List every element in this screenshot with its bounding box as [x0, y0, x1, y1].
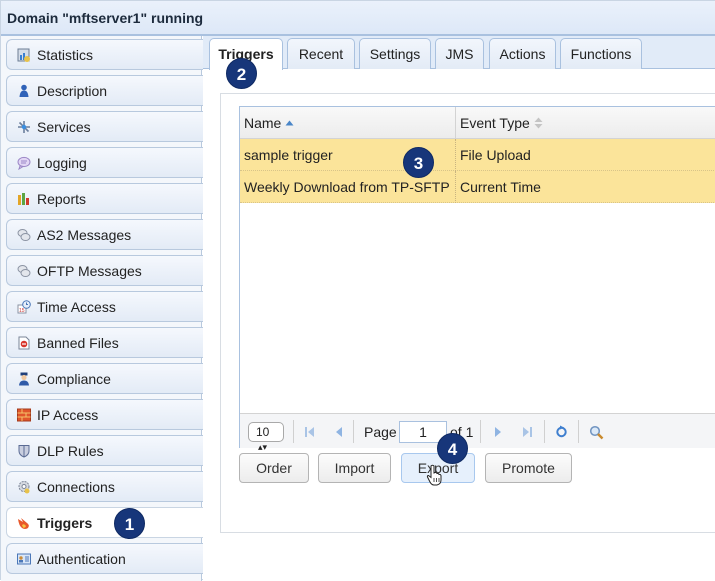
pager-divider: [480, 420, 481, 443]
speech-bubble-icon: [17, 156, 31, 170]
firewall-icon: [17, 408, 31, 422]
tab-recent[interactable]: Recent: [287, 38, 355, 69]
sidebar-item-label: DLP Rules: [37, 443, 104, 459]
hand-pointer-cursor-icon: [426, 464, 442, 486]
sidebar: Statistics Description Services Logging …: [1, 36, 203, 581]
services-icon: [18, 121, 30, 133]
sidebar-item-label: Authentication: [37, 551, 126, 567]
tab-settings[interactable]: Settings: [359, 38, 431, 69]
pager-divider: [544, 420, 545, 443]
promote-button[interactable]: Promote: [485, 453, 572, 483]
table-row[interactable]: sample trigger File Upload: [240, 139, 715, 171]
window-title: Domain "mftserver1" running: [1, 1, 715, 36]
order-button[interactable]: Order: [239, 453, 309, 483]
messages-icon: [17, 265, 31, 277]
sidebar-item-authentication[interactable]: Authentication: [6, 543, 203, 574]
officer-icon: [19, 372, 29, 386]
tab-functions[interactable]: Functions: [560, 38, 642, 69]
sidebar-item-label: AS2 Messages: [37, 227, 132, 243]
sidebar-item-reports[interactable]: Reports: [6, 183, 203, 214]
id-card-icon: [17, 553, 31, 565]
trigger-flame-icon: [18, 518, 29, 529]
previous-page-icon[interactable]: [334, 426, 344, 438]
pager-divider: [293, 420, 294, 443]
sidebar-item-label: OFTP Messages: [37, 263, 142, 279]
sidebar-item-as2-messages[interactable]: AS2 Messages: [6, 219, 203, 250]
sidebar-item-label: Services: [37, 119, 91, 135]
cell-event-type: Current Time: [460, 179, 541, 195]
callout-badge-2: 2: [226, 58, 257, 89]
page-size-value: 10: [256, 425, 270, 439]
banned-file-icon: [18, 336, 30, 350]
sidebar-item-compliance[interactable]: Compliance: [6, 363, 203, 394]
calendar-clock-icon: 15: [17, 300, 31, 314]
tab-jms[interactable]: JMS: [435, 38, 484, 69]
import-button[interactable]: Import: [318, 453, 391, 483]
sidebar-item-statistics[interactable]: Statistics: [6, 39, 203, 70]
tab-bar: Triggers Recent Settings JMS Actions Fun…: [203, 36, 715, 70]
next-page-icon[interactable]: [493, 426, 503, 438]
first-page-icon[interactable]: [304, 426, 316, 438]
person-icon: [19, 84, 29, 97]
grid-header: Name Event Type: [240, 107, 715, 139]
sort-unsorted-icon: [534, 117, 543, 129]
sidebar-item-label: Compliance: [37, 371, 111, 387]
column-header-name[interactable]: Name: [240, 107, 456, 139]
search-icon[interactable]: [589, 425, 604, 440]
messages-icon: [17, 229, 31, 241]
sidebar-item-triggers[interactable]: Triggers: [6, 507, 203, 538]
sidebar-item-label: IP Access: [37, 407, 99, 423]
callout-badge-4: 4: [437, 433, 468, 464]
pager-divider: [353, 420, 354, 443]
sidebar-item-description[interactable]: Description: [6, 75, 203, 106]
sidebar-item-connections[interactable]: Connections: [6, 471, 203, 502]
statistics-icon: [17, 48, 30, 62]
grid-pager: 10 ▴▾ Page 1 of 1: [240, 413, 715, 452]
gear-icon: [18, 481, 30, 494]
sidebar-item-label: Reports: [37, 191, 87, 207]
tab-actions[interactable]: Actions: [489, 38, 556, 69]
sidebar-item-time-access[interactable]: 15 Time Access: [6, 291, 203, 322]
main-content: Triggers Recent Settings JMS Actions Fun…: [203, 36, 715, 581]
svg-text:15: 15: [19, 308, 25, 314]
callout-badge-1: 1: [114, 508, 145, 539]
app-window: Domain "mftserver1" running Statistics D…: [0, 0, 715, 581]
sidebar-item-logging[interactable]: Logging: [6, 147, 203, 178]
sidebar-item-ip-access[interactable]: IP Access: [6, 399, 203, 430]
sidebar-item-banned-files[interactable]: Banned Files: [6, 327, 203, 358]
column-header-label: Event Type: [460, 115, 530, 131]
column-header-event-type[interactable]: Event Type: [456, 107, 715, 139]
shield-icon: [18, 445, 30, 458]
page-label: Page: [364, 423, 397, 440]
sidebar-item-oftp-messages[interactable]: OFTP Messages: [6, 255, 203, 286]
sidebar-item-label: Statistics: [37, 47, 94, 63]
callout-badge-3: 3: [403, 147, 434, 178]
triggers-grid: Name Event Type sample trigger File Uplo…: [239, 106, 715, 452]
sort-ascending-icon: [285, 120, 294, 126]
page-size-select[interactable]: 10 ▴▾: [248, 422, 284, 452]
cell-event-type: File Upload: [460, 147, 531, 163]
sidebar-item-label: Description: [37, 83, 108, 99]
stepper-icon: ▴▾: [258, 442, 268, 452]
column-header-label: Name: [244, 115, 282, 131]
sidebar-item-label: Triggers: [37, 515, 93, 531]
last-page-icon[interactable]: [521, 426, 533, 438]
table-row[interactable]: Weekly Download from TP-SFTP Current Tim…: [240, 171, 715, 203]
sidebar-item-label: Connections: [37, 479, 115, 495]
sidebar-item-services[interactable]: Services: [6, 111, 203, 142]
sidebar-item-dlp-rules[interactable]: DLP Rules: [6, 435, 203, 466]
refresh-icon[interactable]: [555, 425, 568, 438]
sidebar-item-label: Banned Files: [37, 335, 119, 351]
sidebar-item-label: Logging: [37, 155, 87, 171]
bar-chart-icon: [18, 193, 29, 205]
sidebar-item-label: Time Access: [37, 299, 116, 315]
pager-divider: [578, 420, 579, 443]
